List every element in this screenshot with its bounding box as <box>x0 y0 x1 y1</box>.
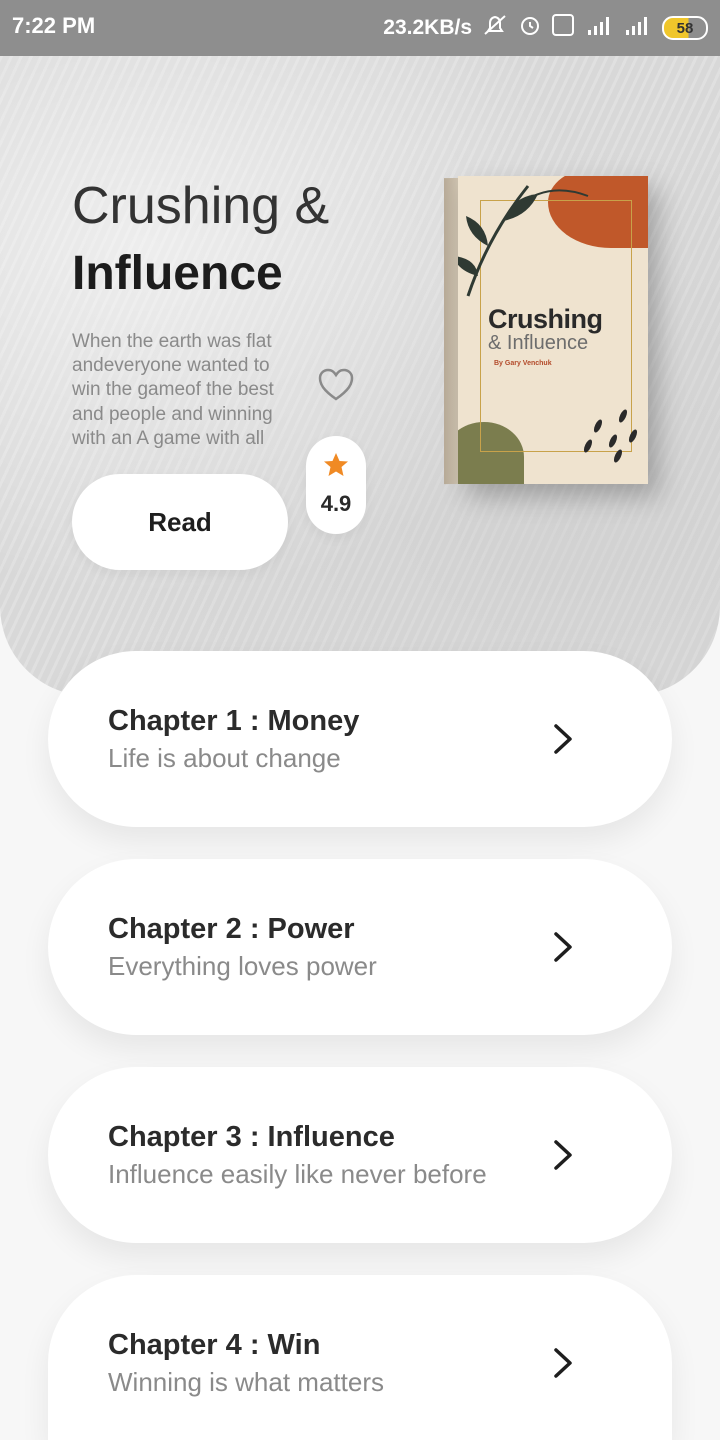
chapter-title: Chapter 3 : Influence <box>108 1121 395 1153</box>
cover-title: Crushing <box>488 304 603 334</box>
chapter-card-3[interactable]: Chapter 3 : Influence Influence easily l… <box>48 1067 672 1243</box>
alarm-icon <box>518 13 542 43</box>
book-title-light: Crushing & <box>72 177 330 235</box>
chapter-subtitle: Everything loves power <box>108 951 377 981</box>
chapter-subtitle: Winning is what matters <box>108 1367 384 1397</box>
hero-section: Crushing & Influence When the earth was … <box>0 56 720 696</box>
chevron-right-icon[interactable] <box>550 723 576 755</box>
battery-icon: 58 <box>662 16 708 40</box>
chapter-title: Chapter 4 : Win <box>108 1329 321 1361</box>
book-cover-image: Crushing & Influence By Gary Venchuk <box>440 176 650 486</box>
chapter-card-1[interactable]: Chapter 1 : Money Life is about change <box>48 651 672 827</box>
status-time: 7:22 PM <box>12 13 96 38</box>
star-icon <box>323 452 349 478</box>
volte-icon <box>552 14 574 42</box>
read-button[interactable]: Read <box>72 474 288 570</box>
rating-value: 4.9 <box>320 491 352 516</box>
signal-4g-icon <box>584 14 614 42</box>
chapter-subtitle: Influence easily like never before <box>108 1159 487 1189</box>
signal-icon <box>624 14 652 42</box>
favorite-heart-icon[interactable] <box>318 368 354 402</box>
book-description: When the earth was flat andeveryone want… <box>72 331 274 449</box>
book-cover: Crushing & Influence By Gary Venchuk <box>458 176 648 484</box>
rating-badge: 4.9 <box>306 436 366 534</box>
chevron-right-icon[interactable] <box>550 1139 576 1171</box>
chapter-subtitle: Life is about change <box>108 743 341 773</box>
chapter-title: Chapter 2 : Power <box>108 913 355 945</box>
network-speed: 23.2KB/s <box>383 16 472 39</box>
chapter-title: Chapter 1 : Money <box>108 705 360 737</box>
cover-subtitle: & Influence <box>488 332 589 354</box>
chevron-right-icon[interactable] <box>550 1347 576 1379</box>
book-title-bold: Influence <box>72 247 283 300</box>
read-button-label: Read <box>148 506 212 537</box>
cover-author: By Gary Venchuk <box>494 360 552 367</box>
chapter-card-4[interactable]: Chapter 4 : Win Winning is what matters <box>48 1275 672 1440</box>
chapter-card-2[interactable]: Chapter 2 : Power Everything loves power <box>48 859 672 1035</box>
chevron-right-icon[interactable] <box>550 931 576 963</box>
status-bar: 7:22 PM 23.2KB/s 58 <box>0 0 720 56</box>
status-right: 23.2KB/s 58 <box>383 13 708 43</box>
battery-level: 58 <box>676 19 694 37</box>
mute-bell-icon <box>482 13 508 43</box>
